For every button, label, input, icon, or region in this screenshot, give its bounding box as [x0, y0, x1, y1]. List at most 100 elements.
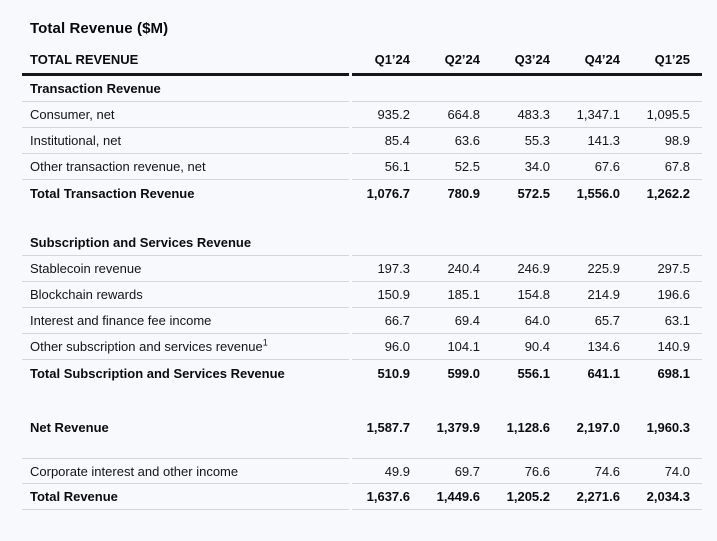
- page-title: Total Revenue ($M): [0, 0, 717, 37]
- cell-value: 246.9: [492, 256, 562, 282]
- cell-value: 1,347.1: [562, 102, 632, 128]
- cell-value: 197.3: [352, 256, 422, 282]
- cell-value: 196.6: [632, 282, 702, 308]
- row-label: Other transaction revenue, net: [22, 154, 349, 180]
- column-header-q2-24: Q2’24: [422, 43, 492, 76]
- total-row-total-revenue: Total Revenue 1,637.6 1,449.6 1,205.2 2,…: [22, 484, 702, 510]
- cell-value: 510.9: [352, 360, 422, 386]
- cell-value: 1,960.3: [632, 414, 702, 440]
- table-row-stablecoin-revenue: Stablecoin revenue 197.3 240.4 246.9 225…: [22, 256, 702, 282]
- cell-value: 1,128.6: [492, 414, 562, 440]
- cell-value: 1,556.0: [562, 180, 632, 206]
- cell-value: 49.9: [352, 458, 422, 484]
- cell-value: 63.6: [422, 128, 492, 154]
- cell-value: 214.9: [562, 282, 632, 308]
- table-row-other-transaction-revenue: Other transaction revenue, net 56.1 52.5…: [22, 154, 702, 180]
- cell-value: 1,205.2: [492, 484, 562, 510]
- row-label: Total Transaction Revenue: [22, 180, 349, 206]
- cell-value: 599.0: [422, 360, 492, 386]
- section-label: Subscription and Services Revenue: [22, 230, 349, 256]
- cell-value: 1,076.7: [352, 180, 422, 206]
- cell-value: 572.5: [492, 180, 562, 206]
- cell-value: 664.8: [422, 102, 492, 128]
- column-header-q1-25: Q1’25: [632, 43, 702, 76]
- cell-value: 55.3: [492, 128, 562, 154]
- cell-value: 2,271.6: [562, 484, 632, 510]
- cell-value: 96.0: [352, 334, 422, 360]
- table-row-interest-finance-fee-income: Interest and finance fee income 66.7 69.…: [22, 308, 702, 334]
- section-row-subscription-services-revenue: Subscription and Services Revenue: [22, 230, 702, 256]
- cell-value: 66.7: [352, 308, 422, 334]
- cell-value: 63.1: [632, 308, 702, 334]
- cell-value: 1,637.6: [352, 484, 422, 510]
- cell-value: 150.9: [352, 282, 422, 308]
- cell-value: 154.8: [492, 282, 562, 308]
- cell-value: 52.5: [422, 154, 492, 180]
- cell-value: 69.7: [422, 458, 492, 484]
- cell-value: 185.1: [422, 282, 492, 308]
- cell-value: 240.4: [422, 256, 492, 282]
- row-label: Interest and finance fee income: [22, 308, 349, 334]
- cell-value: 134.6: [562, 334, 632, 360]
- row-label: Institutional, net: [22, 128, 349, 154]
- cell-value: 85.4: [352, 128, 422, 154]
- cell-value: 641.1: [562, 360, 632, 386]
- cell-value: 74.6: [562, 458, 632, 484]
- column-header-q3-24: Q3’24: [492, 43, 562, 76]
- section-spacer: [22, 440, 702, 458]
- table-row-institutional-net: Institutional, net 85.4 63.6 55.3 141.3 …: [22, 128, 702, 154]
- cell-value: 74.0: [632, 458, 702, 484]
- cell-value: 698.1: [632, 360, 702, 386]
- row-label: Other subscription and services revenue: [30, 339, 263, 354]
- cell-value: 483.3: [492, 102, 562, 128]
- cell-value: 2,197.0: [562, 414, 632, 440]
- cell-value: 297.5: [632, 256, 702, 282]
- cell-value: 1,262.2: [632, 180, 702, 206]
- column-header-q4-24: Q4’24: [562, 43, 632, 76]
- table-row-consumer-net: Consumer, net 935.2 664.8 483.3 1,347.1 …: [22, 102, 702, 128]
- cell-value: 104.1: [422, 334, 492, 360]
- cell-value: 76.6: [492, 458, 562, 484]
- cell-value: 1,095.5: [632, 102, 702, 128]
- table-row-corporate-interest-other-income: Corporate interest and other income 49.9…: [22, 458, 702, 484]
- financial-report-page: Total Revenue ($M) TOTAL REVENUE Q1’24 Q…: [0, 0, 717, 541]
- column-header-q1-24: Q1’24: [352, 43, 422, 76]
- cell-value: 67.8: [632, 154, 702, 180]
- cell-value: 556.1: [492, 360, 562, 386]
- row-label: Consumer, net: [22, 102, 349, 128]
- cell-value: 56.1: [352, 154, 422, 180]
- row-label: Stablecoin revenue: [22, 256, 349, 282]
- cell-value: 1,587.7: [352, 414, 422, 440]
- cell-value: 1,449.6: [422, 484, 492, 510]
- total-row-net-revenue: Net Revenue 1,587.7 1,379.9 1,128.6 2,19…: [22, 414, 702, 440]
- cell-value: 69.4: [422, 308, 492, 334]
- total-row-transaction-revenue: Total Transaction Revenue 1,076.7 780.9 …: [22, 180, 702, 206]
- table-header-row: TOTAL REVENUE Q1’24 Q2’24 Q3’24 Q4’24 Q1…: [22, 43, 702, 76]
- row-label: Blockchain rewards: [22, 282, 349, 308]
- section-label: Transaction Revenue: [22, 76, 349, 102]
- table-row-blockchain-rewards: Blockchain rewards 150.9 185.1 154.8 214…: [22, 282, 702, 308]
- section-spacer: [22, 386, 702, 414]
- cell-value: 225.9: [562, 256, 632, 282]
- cell-value: 140.9: [632, 334, 702, 360]
- cell-value: 141.3: [562, 128, 632, 154]
- cell-value: 2,034.3: [632, 484, 702, 510]
- row-label: Total Subscription and Services Revenue: [22, 360, 349, 386]
- cell-value: 34.0: [492, 154, 562, 180]
- table-row-other-subscription-services-revenue: Other subscription and services revenue1…: [22, 334, 702, 360]
- cell-value: 67.6: [562, 154, 632, 180]
- cell-value: 90.4: [492, 334, 562, 360]
- section-spacer: [22, 206, 702, 230]
- section-row-transaction-revenue: Transaction Revenue: [22, 76, 702, 102]
- cell-value: 98.9: [632, 128, 702, 154]
- row-label: Net Revenue: [22, 414, 349, 440]
- cell-value: 935.2: [352, 102, 422, 128]
- table-header-label: TOTAL REVENUE: [22, 43, 349, 76]
- total-row-subscription-services-revenue: Total Subscription and Services Revenue …: [22, 360, 702, 386]
- footnote-marker: 1: [263, 338, 268, 348]
- cell-value: 65.7: [562, 308, 632, 334]
- cell-value: 1,379.9: [422, 414, 492, 440]
- cell-value: 780.9: [422, 180, 492, 206]
- row-label: Corporate interest and other income: [22, 458, 349, 484]
- row-label: Total Revenue: [22, 484, 349, 510]
